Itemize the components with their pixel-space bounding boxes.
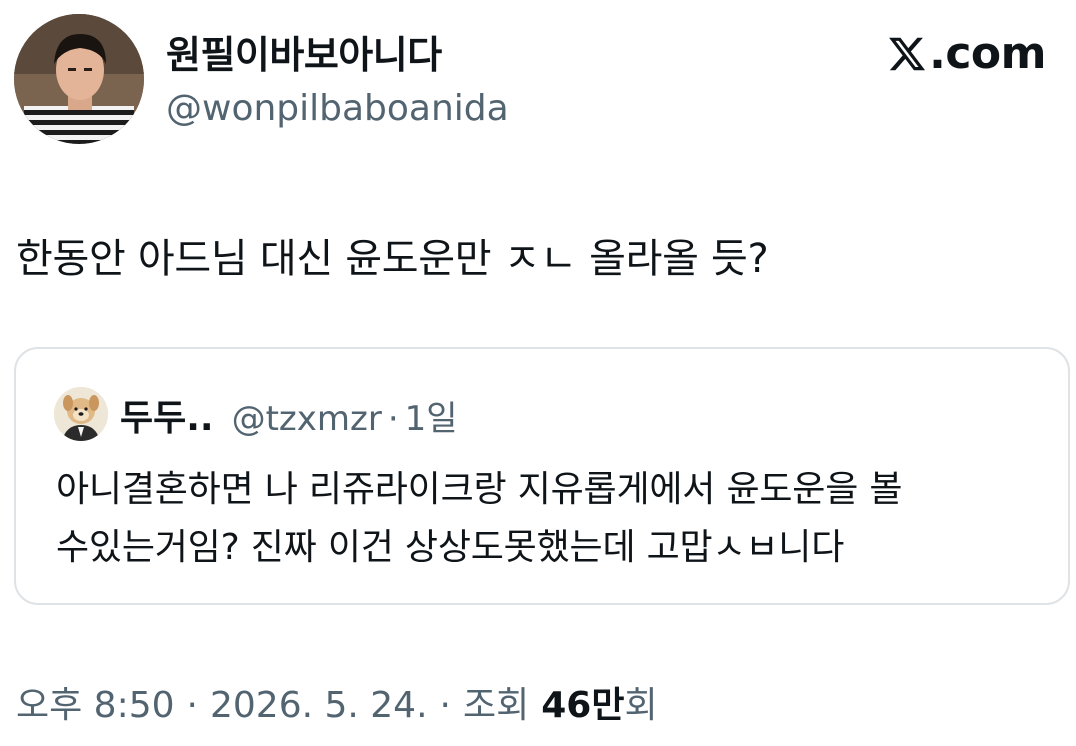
tweet-date[interactable]: 2026. 5. 24. xyxy=(210,685,428,726)
author-avatar-image xyxy=(14,14,144,144)
quoted-text-line: 수있는거임? 진짜 이건 상상도못했는데 고맙ㅅㅂ니다 xyxy=(56,527,845,568)
views-label: 조회 xyxy=(462,685,530,726)
quoted-text-line: 아니결혼하면 나 리쥬라이크랑 지유롭게에서 윤도운을 볼 xyxy=(56,469,903,510)
quoted-author-avatar[interactable] xyxy=(54,387,108,441)
views-suffix: 회 xyxy=(624,685,658,726)
author-avatar[interactable] xyxy=(14,14,144,144)
quoted-tweet-text: 아니결혼하면 나 리쥬라이크랑 지유롭게에서 윤도운을 볼 수있는거임? 진짜 … xyxy=(56,461,1046,577)
tweet-text: 한동안 아드님 대신 윤도운만 ㅈㄴ 올라올 듯? xyxy=(16,236,769,282)
quoted-author-handle[interactable]: @tzxmzr xyxy=(232,399,382,439)
brand-mark: .com xyxy=(887,28,1046,79)
dog-avatar-image xyxy=(54,387,108,441)
tweet-time[interactable]: 오후 8:50 xyxy=(16,676,175,728)
brand-domain: .com xyxy=(929,28,1046,79)
quoted-separator: · xyxy=(387,399,399,439)
views-count: 46만 xyxy=(541,685,625,726)
author-display-name[interactable]: 원필이바보아니다 xyxy=(166,24,442,79)
meta-separator: · xyxy=(439,685,451,726)
quoted-tweet-header: 두두.. @tzxmzr · 1일 xyxy=(120,389,458,441)
meta-separator: · xyxy=(186,685,198,726)
x-logo-icon xyxy=(887,34,927,74)
quoted-author-display-name[interactable]: 두두.. xyxy=(120,389,214,441)
quoted-timestamp[interactable]: 1일 xyxy=(405,391,458,440)
author-handle[interactable]: @wonpilbaboanida xyxy=(166,88,509,129)
tweet-meta: 오후 8:50 · 2026. 5. 24. · 조회 46만 회 xyxy=(16,676,658,728)
quoted-tweet-card[interactable]: 두두.. @tzxmzr · 1일 아니결혼하면 나 리쥬라이크랑 지유롭게에서… xyxy=(14,347,1070,605)
